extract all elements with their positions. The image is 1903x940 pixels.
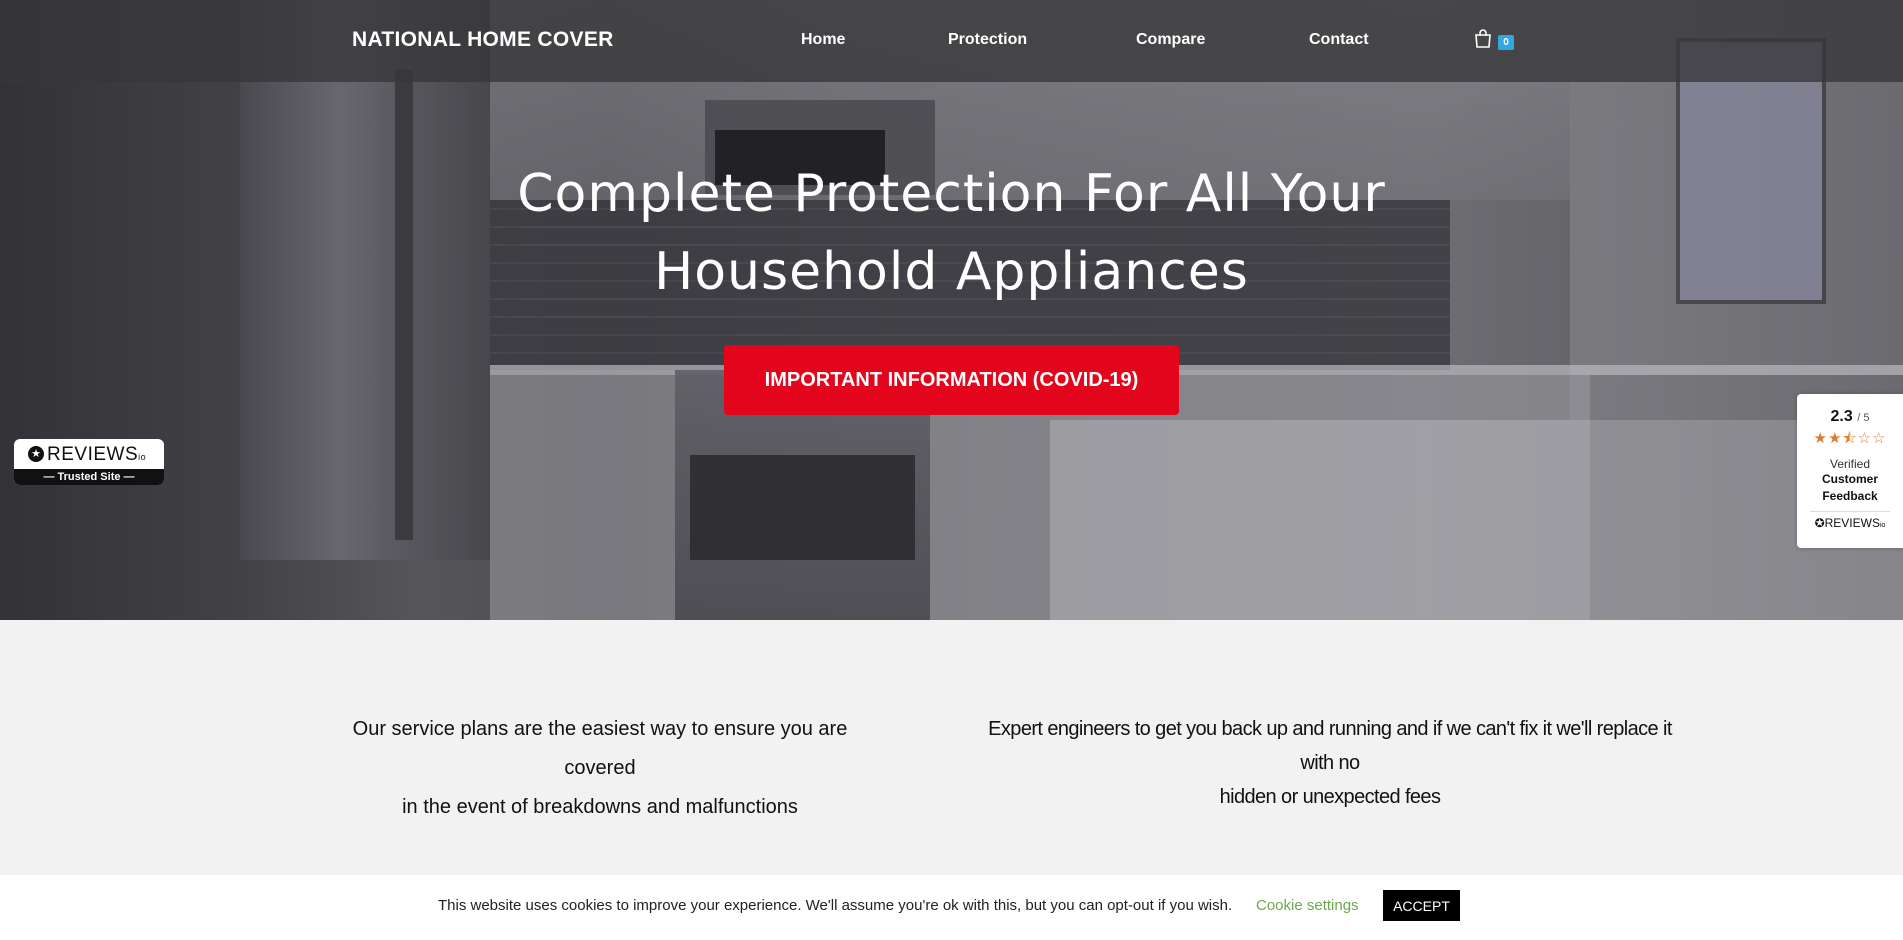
verified-label: Verified [1829,457,1871,471]
reviews-widget[interactable]: 2.3 / 5 ★★⯪☆☆ Verified Customer Feedback… [1797,394,1903,548]
shopping-bag-icon[interactable] [1473,28,1493,48]
reviews-trusted-badge[interactable]: ★ REVIEWSio — Trusted Site — [14,439,164,485]
feature-one-line1: Our service plans are the easiest way to… [352,718,848,779]
cart-count-badge[interactable]: 0 [1498,35,1514,50]
reviews-brand: REVIEWSio [47,444,147,465]
hero-banner: NATIONAL HOME COVER Home Protection Comp… [0,0,1903,620]
cookie-accept-button[interactable]: ACCEPT [1383,890,1460,921]
cookie-banner: This website uses cookies to improve you… [0,875,1903,940]
cookie-message: This website uses cookies to improve you… [438,897,1233,914]
reviews-widget-brand: ✪REVIEWSio [1814,516,1886,530]
rating-stars-icon: ★★⯪☆☆ [1813,430,1887,447]
feature-expert-engineers: Expert engineers to get you back up and … [980,712,1680,814]
feedback-label: Feedback [1822,489,1878,503]
feature-service-plans: Our service plans are the easiest way to… [320,710,880,827]
cookie-settings-link[interactable]: Cookie settings [1256,897,1359,914]
hero-title-line2: Household Appliances [654,242,1249,302]
nav-compare[interactable]: Compare [1136,31,1205,49]
kitchen-island [1050,420,1903,620]
covid-info-button[interactable]: IMPORTANT INFORMATION (COVID-19) [724,345,1179,415]
feature-two-line2: hidden or unexpected fees [1219,786,1441,808]
feature-one-line2: in the event of breakdowns and malfuncti… [402,796,798,818]
navbar: NATIONAL HOME COVER Home Protection Comp… [0,0,1903,82]
star-logo-icon: ★ [28,446,44,462]
rating-score: 2.3 / 5 [1830,408,1870,425]
site-logo[interactable]: NATIONAL HOME COVER [352,28,614,52]
customer-label: Customer [1821,472,1878,486]
feature-two-line1: Expert engineers to get you back up and … [988,718,1672,774]
nav-protection[interactable]: Protection [948,31,1027,49]
trusted-site-label: — Trusted Site — [14,469,164,485]
nav-contact[interactable]: Contact [1309,31,1369,49]
hero-title-line1: Complete Protection For All Your [517,164,1386,224]
widget-divider [1810,511,1890,512]
nav-home[interactable]: Home [801,31,845,49]
hero-title: Complete Protection For All Your Househo… [0,155,1903,311]
oven-window [690,455,915,560]
